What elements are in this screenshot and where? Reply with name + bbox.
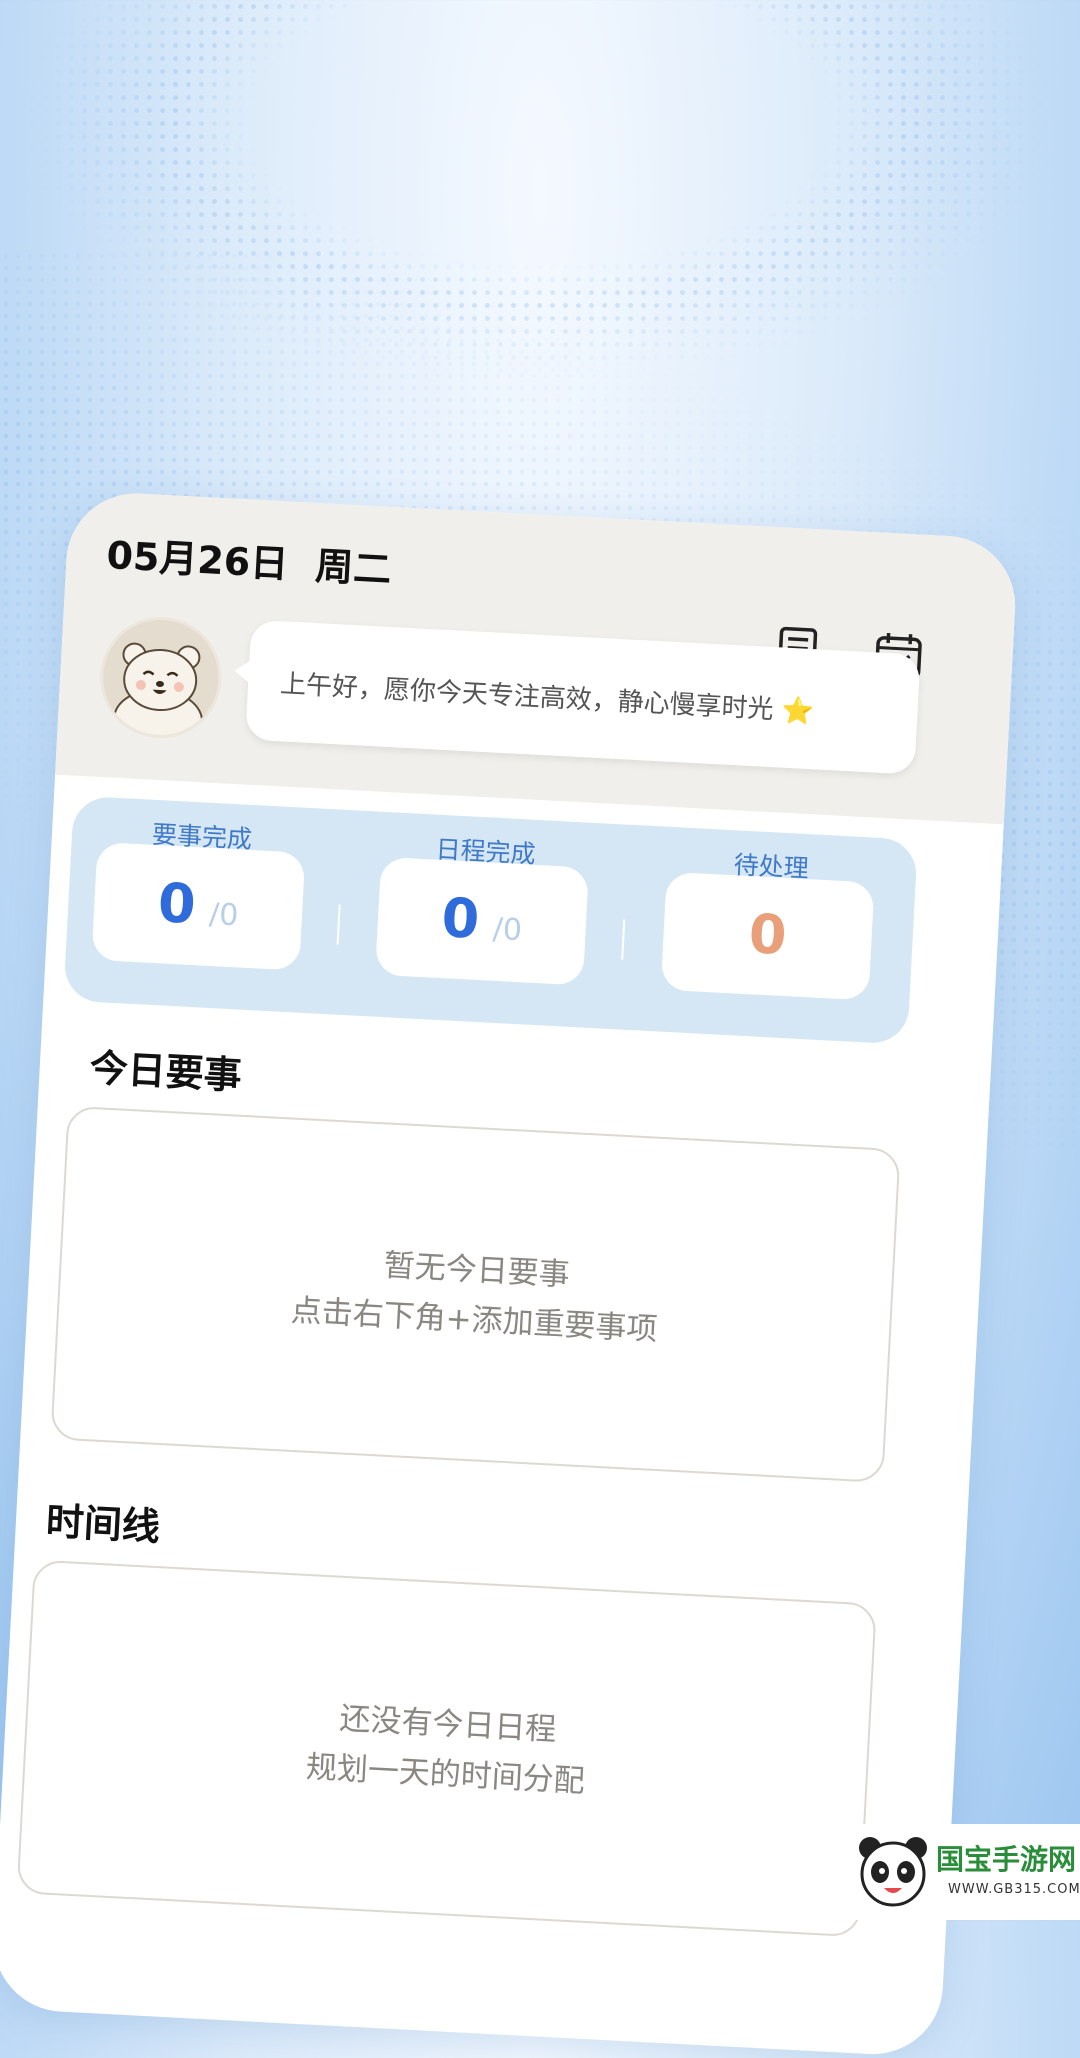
stat-value: 0/0 (377, 883, 588, 957)
stats-panel: 要事完成 0/0 日程完成 0/0 待处理 0 (63, 795, 918, 1045)
watermark-brand: 国宝手游网 (936, 1843, 1077, 1876)
date-display: 05月26日 周二 (105, 524, 393, 594)
stat-label: 日程完成 (434, 834, 537, 869)
panda-logo-icon (859, 1837, 927, 1907)
greeting-text-wrap: 上午好，愿你今天专注高效，静心慢享时光 ⭐ (279, 663, 815, 728)
greeting-text: 上午好，愿你今天专注高效，静心慢享时光 (279, 669, 775, 726)
stat-pending[interactable]: 待处理 0 (660, 850, 875, 1001)
stat-label: 待处理 (733, 850, 810, 884)
stat-schedule-done[interactable]: 日程完成 0/0 (375, 835, 589, 986)
stat-value: 0 (662, 898, 873, 972)
important-section-title: 今日要事 (88, 1045, 243, 1098)
stat-label: 要事完成 (151, 819, 253, 854)
phone-screen: 05月26日 周二 上午好，愿你今天专注高效，静心慢享时光 ⭐ 要事完成 0 /… (0, 490, 1019, 2058)
bear-avatar-icon (100, 617, 222, 742)
stat-value: 0/0 (93, 868, 304, 942)
stat-total: /0 (208, 896, 240, 934)
stat-divider (621, 919, 626, 960)
weekday-text: 周二 (314, 543, 393, 592)
timeline-empty-state[interactable]: 还没有今日日程 规划一天的时间分配 (16, 1559, 877, 1938)
date-text: 05月26日 (105, 533, 290, 587)
star-icon: ⭐ (780, 695, 815, 728)
stat-total: /0 (491, 911, 523, 949)
watermark: 国宝手游网 WWW.GB315.COM (840, 1824, 1080, 1920)
important-empty-state[interactable]: 暂无今日要事 点击右下角+添加重要事项 (50, 1105, 901, 1483)
stat-count: 0 (440, 886, 481, 951)
stat-important-done[interactable]: 要事完成 0/0 (91, 820, 306, 971)
timeline-section-title: 时间线 (44, 1499, 162, 1550)
stat-count: 0 (156, 871, 198, 937)
watermark-url: WWW.GB315.COM (948, 1882, 1080, 1897)
stat-count: 0 (747, 902, 789, 968)
stat-divider (336, 904, 341, 945)
header-panel: 05月26日 周二 上午好，愿你今天专注高效，静心慢享时光 ⭐ (55, 490, 1019, 825)
avatar[interactable] (97, 613, 225, 742)
